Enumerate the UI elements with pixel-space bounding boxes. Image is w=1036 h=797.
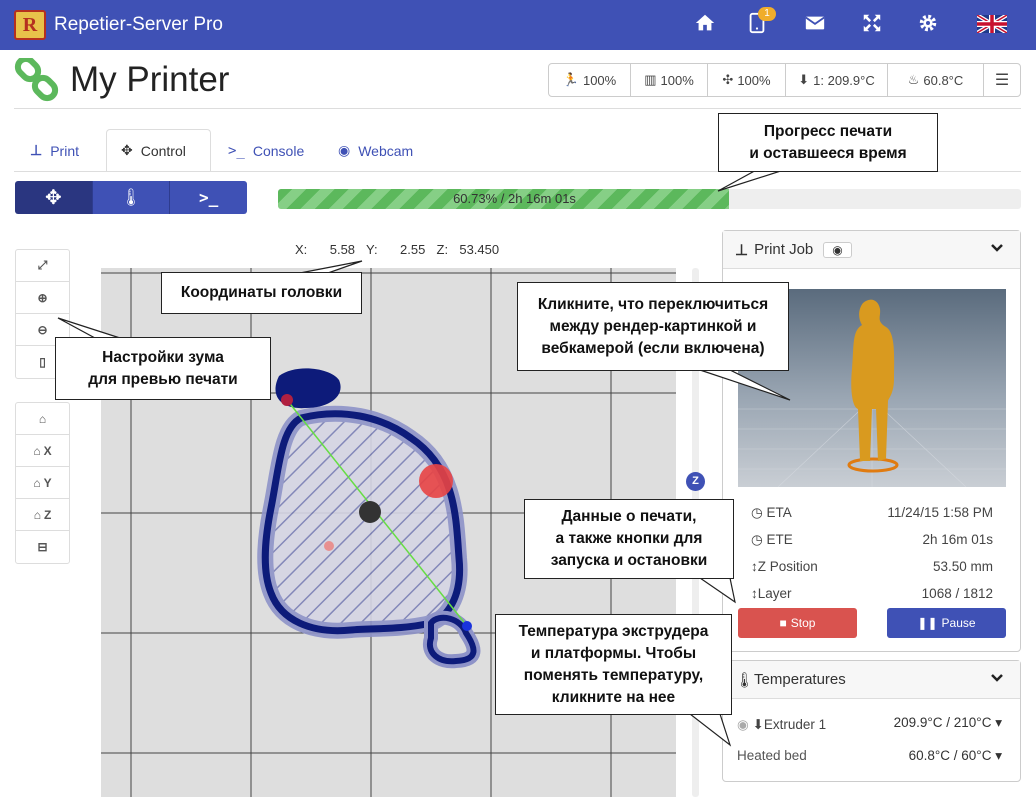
pause-icon: ❚❚ [917, 616, 938, 630]
move-mode-button[interactable]: ✥ [15, 181, 93, 214]
top-navbar: R Repetier-Server Pro 1 [0, 0, 1036, 50]
extruder-label: ◉ ⬇Extruder 1 [737, 717, 827, 732]
speed-icon: 🏃 [562, 72, 579, 87]
temperatures-header[interactable]: 🌡 Temperatures [723, 661, 1020, 699]
envelope-icon[interactable] [802, 12, 828, 38]
fit-view-button[interactable]: ⤢ [16, 250, 69, 282]
extruder-temp-status[interactable]: ⬇ 1: 209.9°C [786, 64, 888, 96]
language-flag-icon[interactable] [975, 12, 1009, 38]
print-job-header[interactable]: ⊥ Print Job ◉ [723, 231, 1020, 269]
bed-label: Heated bed [737, 748, 807, 763]
home-all-button[interactable]: ⌂ [16, 403, 69, 435]
home-icon: ⌂ [38, 411, 47, 426]
printer-name: My Printer [70, 60, 230, 99]
printer-status-bar: 🏃 100% ▥ 100% ✣ 100% ⬇ 1: 209.9°C ♨ 60.8°C ☰ [548, 63, 1021, 97]
motor-off-icon: ⊟ [37, 540, 48, 554]
stop-icon: ■ [779, 616, 787, 630]
clock-icon: ◷ ETE [751, 532, 793, 547]
head-coordinates: X: 5.58 Y: 2.55 Z: 53.450 [295, 242, 500, 257]
callout-job-info: Данные о печати, а также кнопки для запу… [524, 499, 734, 579]
caret-down-icon: ▾ [995, 748, 1002, 763]
flow-status[interactable]: ▥ 100% [631, 64, 708, 96]
bed-heat-icon: ♨ [907, 72, 920, 87]
tab-webcam[interactable]: ◉ Webcam [324, 129, 427, 172]
move-icon: ✥ [121, 142, 133, 158]
temperature-mode-button[interactable]: 🌡 [92, 181, 171, 214]
home-y-button[interactable]: ⌂ Y [16, 467, 69, 499]
expand-icon: ⤢ [37, 258, 48, 272]
control-mode-group: ✥ 🌡 >_ [15, 181, 247, 214]
callout-coordinates: Координаты головки [161, 272, 362, 314]
z-layer-handle[interactable]: Z [686, 472, 705, 491]
clock-icon: ◷ ETA [751, 505, 792, 520]
terminal-icon: >_ [199, 188, 219, 207]
home-x-button[interactable]: ⌂ X [16, 435, 69, 467]
zoom-in-icon: ⊕ [37, 290, 48, 305]
radio-icon[interactable]: ◉ [737, 717, 749, 732]
extruder-icon: ⬇ [798, 72, 810, 87]
callout-temperatures: Температура экструдера и платформы. Чтоб… [495, 614, 732, 715]
flow-icon: ▥ [644, 72, 657, 87]
bed-temp-status[interactable]: ♨ 60.8°C [888, 64, 984, 96]
extruder-icon: ⬇ [752, 717, 764, 732]
bed-temp-value[interactable]: 60.8°C / 60°C ▾ [909, 748, 1002, 764]
home-icon[interactable] [692, 12, 718, 38]
printer-link-icon [14, 55, 62, 107]
gear-icon[interactable] [915, 12, 941, 38]
tab-console[interactable]: >_ Console [214, 129, 318, 172]
home-icon: ⌂ [33, 443, 41, 458]
move-icon: ✥ [44, 187, 62, 209]
console-mode-button[interactable]: >_ [170, 181, 247, 214]
print-icon: ⊥ [735, 241, 749, 259]
fan-icon: ✣ [722, 72, 734, 87]
thermometer-icon: 🌡 [735, 671, 755, 689]
webcam-icon: ◉ [338, 142, 351, 158]
zoom-out-icon: ⊖ [37, 322, 48, 337]
z-position-row: ↕Z Position 53.50 mm [751, 559, 993, 574]
callout-render: Кликните, что переключиться между рендер… [517, 282, 789, 371]
layer-row: ↕Layer 1068 / 1812 [751, 586, 993, 601]
mouse-icon: ▯ [39, 355, 46, 369]
home-icon: ⌂ [33, 475, 41, 490]
temperatures-panel: 🌡 Temperatures ◉ ⬇Extruder 1 209.9°C / 2… [722, 660, 1021, 782]
terminal-icon: >_ [228, 142, 245, 159]
zoom-in-button[interactable]: ⊕ [16, 282, 69, 314]
header-divider [14, 108, 1021, 109]
speed-status[interactable]: 🏃 100% [549, 64, 631, 96]
chevron-down-icon[interactable] [990, 241, 1004, 259]
callout-progress: Прогресс печати и оставшееся время [718, 113, 938, 172]
webcam-toggle-icon[interactable]: ◉ [823, 241, 852, 258]
chevron-down-icon[interactable] [990, 671, 1004, 689]
motors-off-button[interactable]: ⊟ [16, 531, 69, 563]
eta-row: ◷ ETA 11/24/15 1:58 PM [751, 505, 993, 520]
thermometer-icon: 🌡 [120, 187, 142, 207]
app-logo: R [14, 10, 46, 40]
home-z-button[interactable]: ⌂ Z [16, 499, 69, 531]
notification-badge: 1 [758, 7, 776, 21]
progress-text: 60.73% / 2h 16m 01s [453, 191, 576, 206]
stop-button[interactable]: ■ Stop [738, 608, 857, 638]
home-icon: ⌂ [33, 507, 41, 522]
fullscreen-icon[interactable] [859, 12, 885, 38]
tab-print[interactable]: ⊥ Print [16, 129, 93, 172]
print-progress-bar: 60.73% / 2h 16m 01s [278, 189, 1021, 209]
callout-zoom: Настройки зума для превью печати [55, 337, 271, 400]
pause-button[interactable]: ❚❚ Pause [887, 608, 1006, 638]
print-icon: ⊥ [30, 142, 43, 158]
extruder-temp-value[interactable]: 209.9°C / 210°C ▾ [894, 715, 1002, 731]
vertical-arrows-icon: ↕Z Position [751, 559, 818, 574]
fan-status[interactable]: ✣ 100% [708, 64, 786, 96]
ete-row: ◷ ETE 2h 16m 01s [751, 532, 993, 547]
caret-down-icon: ▾ [995, 715, 1002, 730]
menu-icon[interactable]: ☰ [984, 64, 1020, 96]
app-title: Repetier-Server Pro [54, 14, 223, 35]
home-toolbar: ⌂ ⌂ X ⌂ Y ⌂ Z ⊟ [15, 402, 70, 564]
tab-control[interactable]: ✥ Control [106, 129, 211, 172]
vertical-arrows-icon: ↕Layer [751, 586, 792, 601]
